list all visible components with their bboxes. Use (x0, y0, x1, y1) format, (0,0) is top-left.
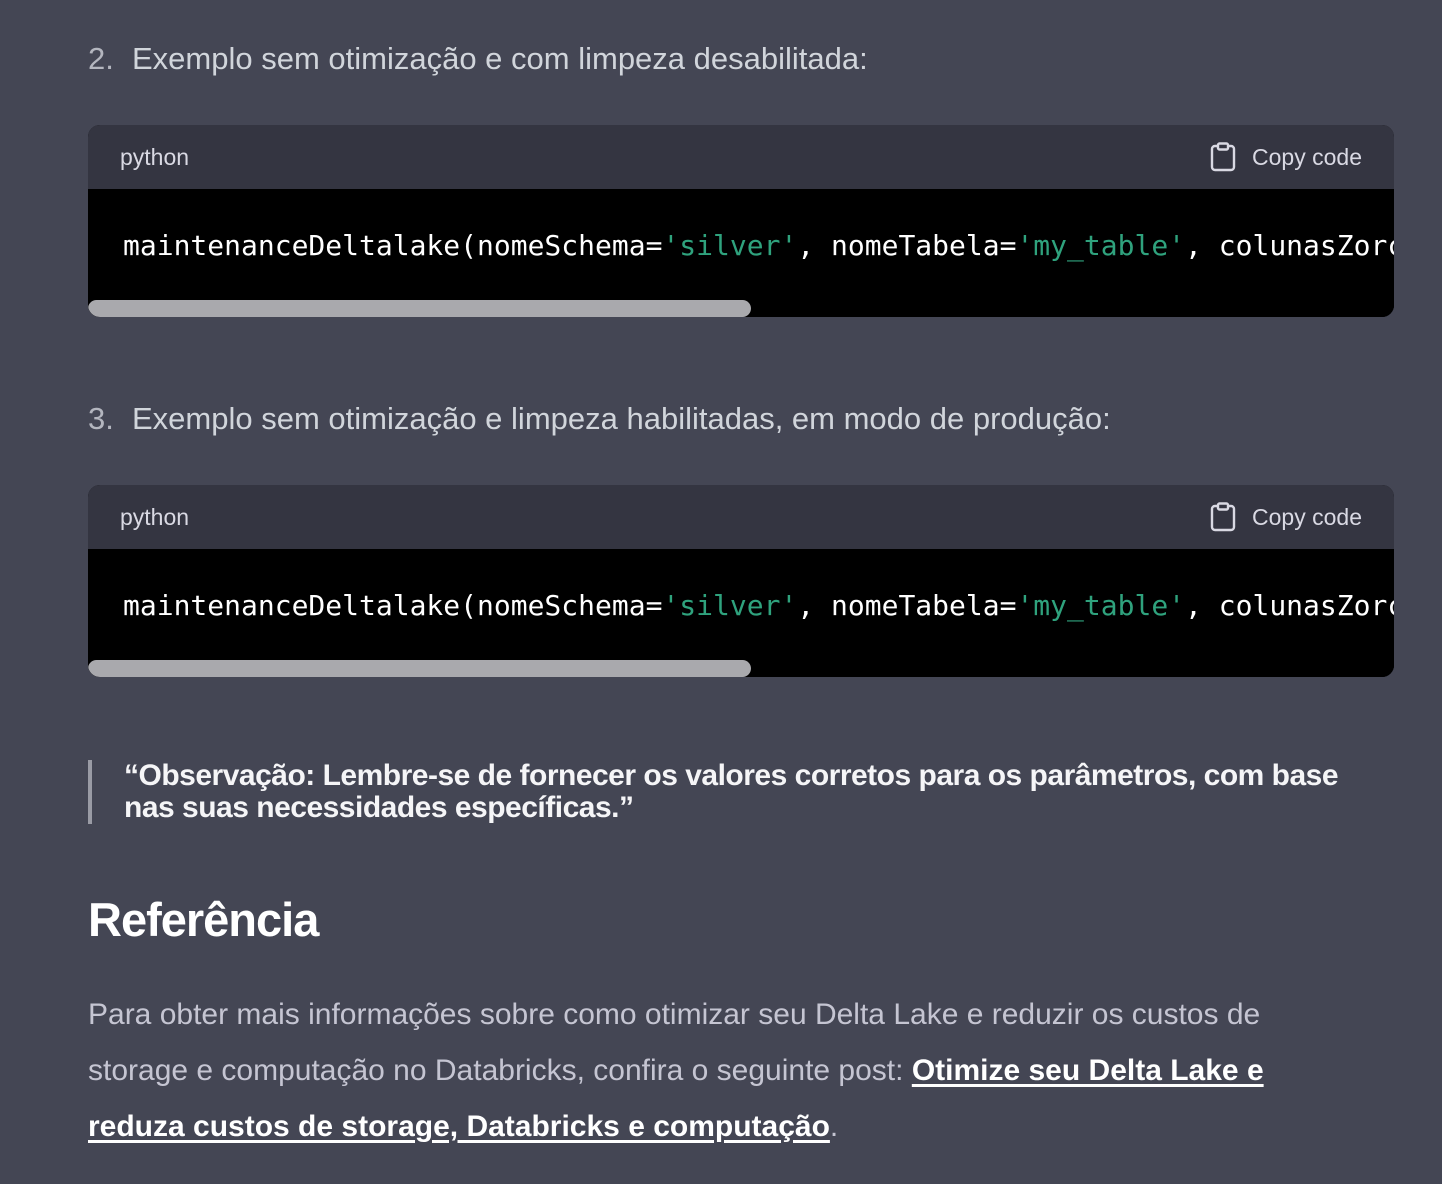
code-token: maintenanceDeltalake(nomeSchema= (123, 589, 663, 622)
list-item-text: Exemplo sem otimização e limpeza habilit… (132, 401, 1111, 436)
clipboard-icon (1210, 502, 1236, 532)
code-block-header: python Copy code (88, 125, 1394, 189)
code-body: maintenanceDeltalake(nomeSchema='silver'… (88, 549, 1394, 677)
code-token: , nomeTabela= (797, 589, 1017, 622)
code-token: maintenanceDeltalake(nomeSchema= (123, 229, 663, 262)
code-string-token: 'my_table' (1016, 589, 1186, 622)
code-token: , colunasZorc (1185, 589, 1394, 622)
code-language-label: python (120, 503, 190, 530)
section-heading: Referência (88, 893, 319, 946)
code-block-header: python Copy code (88, 485, 1394, 549)
code-line: maintenanceDeltalake(nomeSchema='silver'… (123, 587, 1394, 625)
copy-code-label: Copy code (1252, 503, 1362, 530)
quote-line: “Observação: Lembre-se de fornecer os va… (124, 759, 1339, 792)
copy-code-button[interactable]: Copy code (1210, 502, 1362, 532)
list-item: 2. Exemplo sem otimização e com limpeza d… (88, 39, 1394, 79)
clipboard-icon (1210, 142, 1236, 172)
horizontal-scrollbar[interactable] (88, 660, 1394, 677)
code-string-token: 'my_table' (1016, 229, 1186, 262)
copy-code-button[interactable]: Copy code (1210, 142, 1362, 172)
copy-code-label: Copy code (1252, 143, 1362, 170)
list-item-number: 2. (88, 41, 114, 76)
code-line: maintenanceDeltalake(nomeSchema='silver'… (123, 227, 1394, 265)
code-token: , colunasZorc (1185, 229, 1394, 262)
list-item-number: 3. (88, 401, 114, 436)
list-item: 3. Exemplo sem otimização e limpeza habil… (88, 399, 1394, 439)
reference-paragraph: Para obter mais informações sobre como o… (88, 987, 1358, 1155)
code-block: python Copy code maintenanceDeltalake(no… (88, 485, 1394, 677)
code-body: maintenanceDeltalake(nomeSchema='silver'… (88, 189, 1394, 317)
scrollbar-thumb[interactable] (88, 300, 751, 317)
horizontal-scrollbar[interactable] (88, 300, 1394, 317)
code-string-token: 'silver' (662, 589, 798, 622)
quote-line: nas suas necessidades específicas.” (124, 791, 634, 824)
blockquote-note: “Observação: Lembre-se de fornecer os va… (88, 760, 1394, 824)
list-item-text: Exemplo sem otimização e com limpeza des… (132, 41, 868, 76)
code-string-token: 'silver' (662, 229, 798, 262)
code-block: python Copy code maintenanceDeltalake(no… (88, 125, 1394, 317)
code-token: , nomeTabela= (797, 229, 1017, 262)
reference-text-end: . (829, 1110, 839, 1143)
code-language-label: python (120, 143, 190, 170)
scrollbar-thumb[interactable] (88, 660, 751, 677)
